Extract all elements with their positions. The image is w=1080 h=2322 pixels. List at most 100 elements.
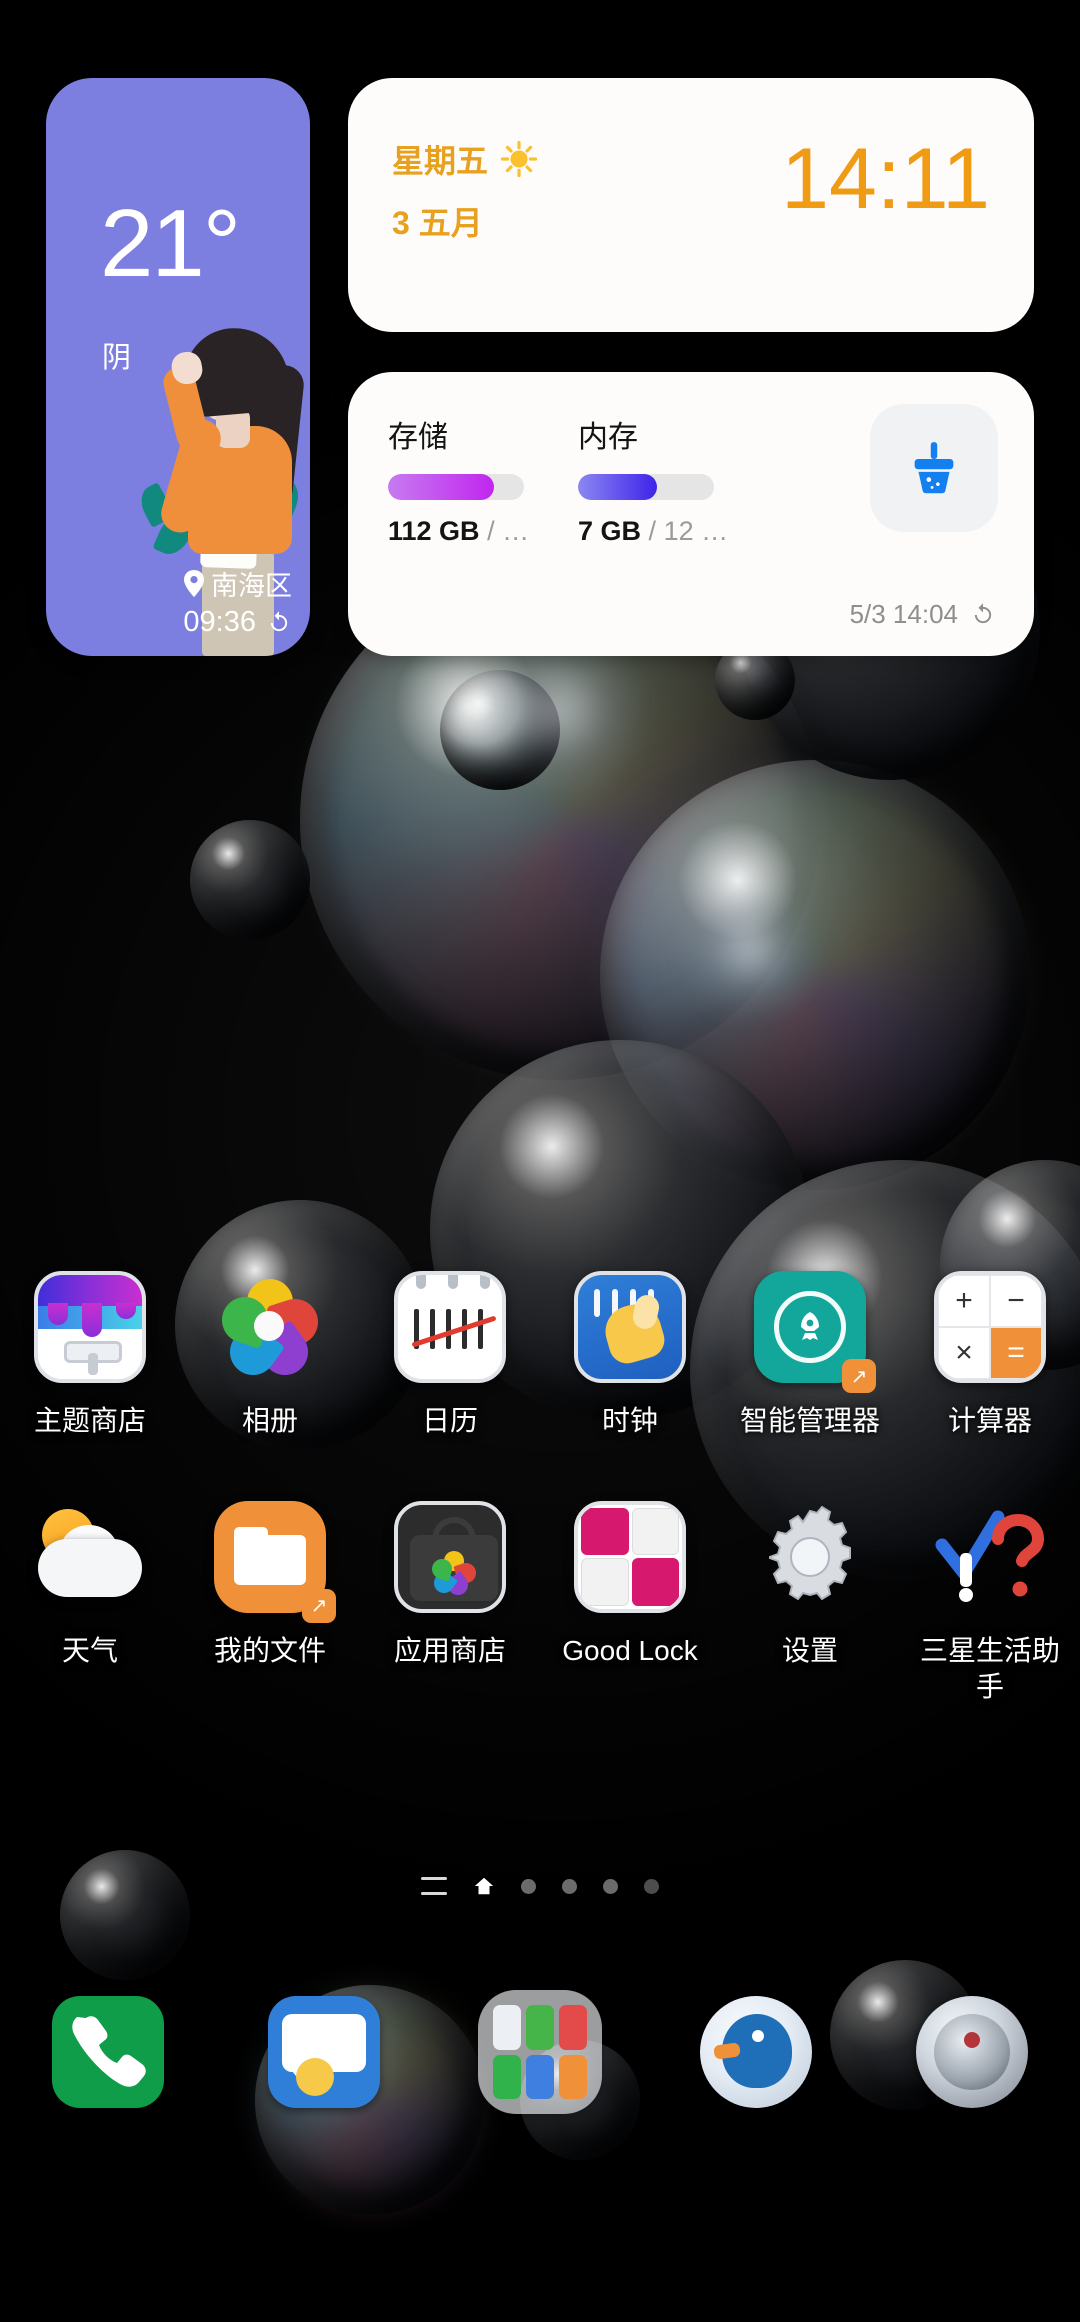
app-gallery[interactable]: 相册 (180, 1265, 360, 1439)
app-label: Good Lock (562, 1634, 698, 1666)
calculator-icon[interactable]: + − × = (928, 1265, 1052, 1389)
app-samsung-life-assistant[interactable]: 三星生活助手 (900, 1495, 1080, 1705)
memory-used: 7 GB (578, 516, 642, 546)
app-label: 智能管理器 (739, 1405, 880, 1436)
page-indicator (0, 1875, 1080, 1897)
page-dot[interactable] (644, 1878, 659, 1894)
clock-widget-left: 星期五 3 五月 (392, 136, 538, 244)
storage-memory-widget[interactable]: 存储 112 GB / … 内存 7 GB / 12 … 5/3 14:04 (348, 372, 1034, 656)
page-dot[interactable] (562, 1878, 577, 1894)
app-row-1: 主题商店 相册 日历 时钟 ↗ 智能管理器 + − × = 计算器 (0, 1265, 1080, 1439)
settings-gear-icon[interactable] (748, 1495, 872, 1619)
phone-icon[interactable] (46, 1990, 170, 2114)
app-label: 三星生活助手 (919, 1634, 1060, 1702)
my-files-icon[interactable]: ↗ (208, 1495, 336, 1623)
app-label: 我的文件 (213, 1634, 326, 1666)
app-label: 计算器 (947, 1405, 1032, 1436)
dock-item-messages[interactable] (216, 1990, 432, 2114)
dock-item-browser[interactable] (648, 1990, 864, 2114)
app-calculator[interactable]: + − × = 计算器 (900, 1265, 1080, 1439)
storage-progress-bar (388, 474, 524, 500)
storage-used: 112 GB (388, 516, 480, 546)
dock-item-folder[interactable] (432, 1990, 648, 2114)
dock (0, 1990, 1080, 2114)
app-label: 天气 (61, 1634, 118, 1666)
app-my-files[interactable]: ↗ 我的文件 (180, 1495, 360, 1705)
storage-timestamp: 5/3 14:04 (849, 599, 958, 629)
weather-location-text: 南海区 (211, 571, 292, 601)
app-label: 设置 (781, 1634, 838, 1666)
storage-separator: / (487, 516, 495, 546)
camera-icon[interactable] (910, 1990, 1034, 2114)
dock-item-camera[interactable] (864, 1990, 1080, 2114)
app-label: 主题商店 (33, 1405, 146, 1436)
storage-total: … (502, 516, 530, 546)
memory-section[interactable]: 内存 7 GB / 12 … (578, 412, 758, 547)
calendar-icon[interactable] (388, 1265, 512, 1389)
app-store-icon[interactable] (388, 1495, 512, 1619)
refresh-icon[interactable] (970, 602, 996, 628)
storage-timestamp-row: 5/3 14:04 (850, 599, 996, 630)
clock-icon[interactable] (568, 1265, 692, 1389)
location-pin-icon (183, 570, 205, 597)
date-text: 3 五月 (392, 205, 483, 241)
weather-widget[interactable]: 21° 阴 南海区 09:36 (46, 78, 310, 656)
calc-key: − (990, 1275, 1042, 1327)
page-dot[interactable] (603, 1878, 618, 1894)
app-smart-manager[interactable]: ↗ 智能管理器 (720, 1265, 900, 1439)
memory-progress-bar (578, 474, 714, 500)
app-calendar[interactable]: 日历 (360, 1265, 540, 1439)
app-label: 时钟 (601, 1405, 658, 1436)
calc-key: = (990, 1327, 1042, 1379)
day-of-week: 星期五 (392, 143, 489, 179)
weather-illustration (46, 308, 310, 656)
app-grid: 主题商店 相册 日历 时钟 ↗ 智能管理器 + − × = 计算器 天气 ↗ 我… (0, 1265, 1080, 1718)
home-screen: 21° 阴 南海区 09:36 星期五 3 五月 14:11 存储 112 GB… (0, 0, 1080, 2322)
storage-section[interactable]: 存储 112 GB / … (388, 412, 568, 547)
messages-icon[interactable] (262, 1990, 386, 2114)
app-theme-store[interactable]: 主题商店 (0, 1265, 180, 1439)
dock-item-phone[interactable] (0, 1990, 216, 2114)
shortcut-badge: ↗ (302, 1588, 336, 1623)
refresh-icon[interactable] (266, 610, 292, 636)
app-settings[interactable]: 设置 (720, 1495, 900, 1705)
day-row: 星期五 (392, 136, 538, 182)
samsung-life-assistant-icon[interactable] (928, 1495, 1052, 1619)
weather-location-row: 南海区 (46, 564, 292, 603)
storage-value-row: 112 GB / … (388, 516, 568, 547)
weather-updated-time: 09:36 (183, 606, 256, 638)
shortcut-badge: ↗ (842, 1359, 876, 1393)
theme-store-icon[interactable] (28, 1265, 152, 1389)
clean-now-button[interactable] (870, 404, 998, 532)
app-label: 日历 (421, 1405, 478, 1436)
sun-icon (500, 140, 538, 178)
weather-time-row: 09:36 (46, 606, 292, 639)
memory-value-row: 7 GB / 12 … (578, 516, 758, 547)
calc-key: × (938, 1327, 990, 1379)
clock-time: 14:11 (781, 131, 990, 227)
gallery-icon[interactable] (208, 1265, 332, 1389)
app-label: 相册 (241, 1405, 298, 1436)
memory-total: 12 … (663, 516, 729, 546)
weather-icon[interactable] (28, 1495, 152, 1619)
app-clock[interactable]: 时钟 (540, 1265, 720, 1439)
app-weather[interactable]: 天气 (0, 1495, 180, 1705)
weather-temperature: 21° (100, 190, 241, 297)
good-lock-icon[interactable] (568, 1495, 692, 1619)
home-page-icon[interactable] (473, 1875, 495, 1897)
browser-icon[interactable] (694, 1990, 818, 2114)
calc-key: + (938, 1275, 990, 1327)
smart-manager-icon[interactable]: ↗ (748, 1265, 876, 1393)
app-good-lock[interactable]: Good Lock (540, 1495, 720, 1705)
memory-separator: / (648, 516, 657, 546)
app-row-2: 天气 ↗ 我的文件 应用商店 Good Lock 设置 三星生活助手 (0, 1495, 1080, 1705)
app-label: 应用商店 (393, 1634, 506, 1666)
clock-date-widget[interactable]: 星期五 3 五月 14:11 (348, 78, 1034, 332)
app-folder-icon[interactable] (478, 1990, 602, 2114)
app-list-icon[interactable] (421, 1877, 447, 1895)
page-dot[interactable] (521, 1878, 536, 1894)
broom-clean-icon (914, 442, 954, 494)
memory-label: 内存 (578, 421, 638, 454)
storage-label: 存储 (388, 421, 448, 454)
app-app-store[interactable]: 应用商店 (360, 1495, 540, 1705)
